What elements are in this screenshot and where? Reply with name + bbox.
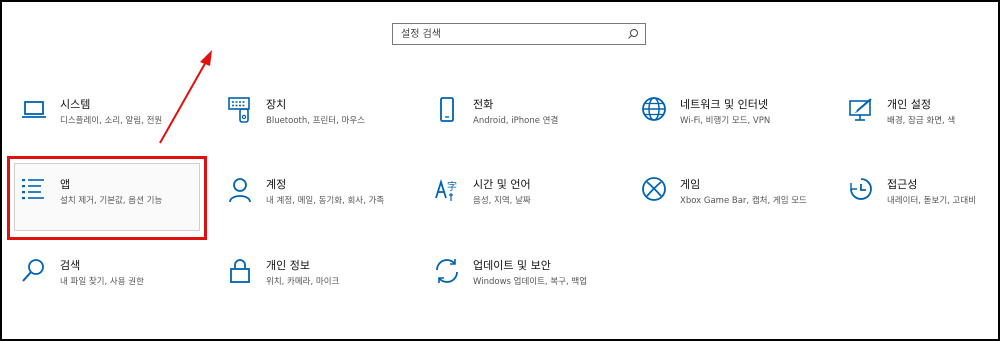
tile-description: Android, iPhone 연결: [473, 116, 559, 126]
lock-icon: [226, 257, 254, 285]
svg-text:字: 字: [447, 180, 457, 193]
tile-title: 시간 및 언어: [473, 178, 531, 191]
tile-personalization[interactable]: 개인 설정 배경, 잠금 화면, 색: [847, 96, 1000, 158]
phone-icon: [433, 96, 461, 124]
settings-search-box[interactable]: [392, 23, 646, 45]
tile-title: 개인 설정: [887, 98, 931, 111]
tile-title: 네트워크 및 인터넷: [680, 98, 768, 111]
globe-icon: [640, 96, 668, 124]
tile-description: 내 파일 찾기, 사용 권한: [60, 277, 144, 287]
search-icon: [20, 257, 48, 285]
tile-gaming[interactable]: 게임 Xbox Game Bar, 캡처, 게임 모드: [640, 176, 830, 238]
tile-description: 내 계정, 메일, 동기화, 회사, 가족: [266, 196, 385, 206]
tile-accounts[interactable]: 계정 내 계정, 메일, 동기화, 회사, 가족: [226, 176, 416, 238]
apps-highlight-box: [7, 156, 207, 240]
tile-description: Windows 업데이트, 복구, 백업: [473, 277, 588, 287]
tile-title: 계정: [266, 178, 287, 191]
sync-icon: [433, 257, 461, 285]
tile-title: 게임: [680, 178, 701, 191]
tile-title: 검색: [60, 259, 81, 272]
tile-title: 시스템: [60, 98, 91, 111]
tile-description: Bluetooth, 프린터, 마우스: [266, 116, 365, 126]
tile-privacy[interactable]: 개인 정보 위치, 카메라, 마이크: [226, 257, 416, 319]
tile-accessibility[interactable]: 접근성 내레이터, 돋보기, 고대비: [847, 176, 1000, 238]
tile-title: 접근성: [887, 178, 918, 191]
tile-title: 업데이트 및 보안: [473, 259, 551, 272]
settings-search-input[interactable]: [393, 24, 623, 44]
tile-title: 전화: [473, 98, 494, 111]
personalization-icon: [847, 96, 875, 124]
laptop-icon: [20, 96, 48, 124]
xbox-icon: [640, 176, 668, 204]
tile-search[interactable]: 검색 내 파일 찾기, 사용 권한: [20, 257, 210, 319]
tile-title: 장치: [266, 98, 287, 111]
tile-devices[interactable]: 장치 Bluetooth, 프린터, 마우스: [226, 96, 416, 158]
tile-system[interactable]: 시스템 디스플레이, 소리, 알림, 전원: [20, 96, 210, 158]
tile-update-security[interactable]: 업데이트 및 보안 Windows 업데이트, 복구, 백업: [433, 257, 623, 319]
tile-description: Xbox Game Bar, 캡처, 게임 모드: [680, 196, 807, 206]
time-language-icon: 字: [433, 176, 461, 204]
keyboard-icon: [226, 96, 254, 124]
tile-description: 디스플레이, 소리, 알림, 전원: [60, 116, 163, 126]
tile-phone[interactable]: 전화 Android, iPhone 연결: [433, 96, 623, 158]
person-icon: [226, 176, 254, 204]
search-icon[interactable]: [627, 28, 639, 40]
tile-network[interactable]: 네트워크 및 인터넷 Wi-Fi, 비행기 모드, VPN: [640, 96, 830, 158]
tile-description: 배경, 잠금 화면, 색: [887, 116, 956, 126]
tile-description: 내레이터, 돋보기, 고대비: [887, 196, 977, 206]
tile-description: 음성, 지역, 날짜: [473, 196, 531, 206]
accessibility-icon: [847, 176, 875, 204]
tile-title: 개인 정보: [266, 259, 310, 272]
tile-time-language[interactable]: 字 시간 및 언어 음성, 지역, 날짜: [433, 176, 623, 238]
tile-description: Wi-Fi, 비행기 모드, VPN: [680, 116, 771, 126]
tile-description: 위치, 카메라, 마이크: [266, 277, 340, 287]
